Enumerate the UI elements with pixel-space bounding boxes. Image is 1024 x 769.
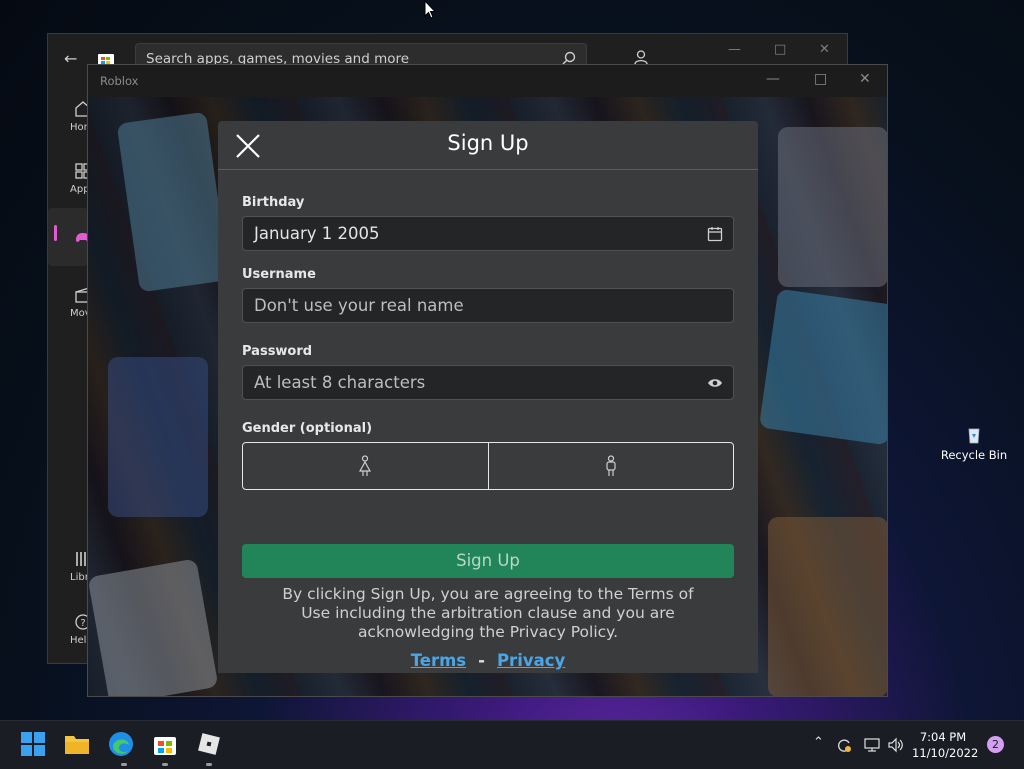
- recycle-bin-label: Recycle Bin: [940, 448, 1008, 462]
- clock-time: 7:04 PM: [919, 730, 967, 744]
- window-title: Roblox: [100, 74, 139, 88]
- password-label: Password: [242, 344, 313, 359]
- female-icon: [359, 455, 372, 476]
- username-placeholder: Don't use your real name: [254, 296, 464, 315]
- password-placeholder: At least 8 characters: [254, 373, 426, 392]
- svg-text:?: ?: [80, 618, 85, 629]
- sync-icon[interactable]: [836, 737, 852, 753]
- start-icon[interactable]: [20, 731, 46, 757]
- back-arrow-icon[interactable]: ←: [64, 49, 77, 68]
- legal-text-line: By clicking Sign Up, you are agreeing to…: [282, 585, 694, 603]
- username-field[interactable]: Don't use your real name: [242, 288, 734, 323]
- background-art-tile: [778, 127, 887, 287]
- notification-badge[interactable]: 2: [987, 736, 1004, 753]
- sidebar-item-movies[interactable]: Movies: [48, 278, 105, 336]
- volume-icon[interactable]: [888, 737, 904, 753]
- birthday-label: Birthday: [242, 195, 305, 210]
- taskbar-clock[interactable]: 7:04 PM 11/10/2022: [912, 729, 979, 761]
- store-icon[interactable]: [152, 731, 178, 757]
- file-explorer-icon[interactable]: [64, 731, 90, 757]
- background-art-tile: [768, 517, 887, 696]
- mouse-cursor-icon: [424, 0, 436, 19]
- minimize-icon[interactable]: —: [728, 42, 741, 57]
- calendar-icon[interactable]: [707, 226, 723, 242]
- roblox-icon[interactable]: [196, 731, 222, 757]
- username-label: Username: [242, 267, 316, 282]
- maximize-icon[interactable]: □: [814, 71, 827, 87]
- password-field[interactable]: At least 8 characters: [242, 365, 734, 400]
- clock-date: 11/10/2022: [912, 746, 979, 760]
- link-separator: -: [478, 651, 485, 670]
- taskbar: ⌃ 7:04 PM 11/10/2022 2: [0, 720, 1024, 769]
- modal-title: Sign Up: [447, 131, 529, 155]
- store-logo-icon: [98, 54, 114, 65]
- sidebar-item-gaming[interactable]: [48, 208, 90, 266]
- eye-icon[interactable]: [707, 375, 723, 391]
- maximize-icon[interactable]: □: [774, 42, 786, 57]
- birthday-field[interactable]: January 1 2005: [242, 216, 734, 251]
- legal-text-line: acknowledging the Privacy Policy.: [357, 623, 619, 641]
- birthday-value: January 1 2005: [254, 224, 380, 243]
- search-icon[interactable]: [562, 51, 576, 65]
- active-indicator: [54, 225, 57, 241]
- close-icon[interactable]: ✕: [819, 42, 830, 57]
- running-indicator: [162, 763, 168, 766]
- minimize-icon[interactable]: —: [766, 71, 780, 87]
- account-icon[interactable]: [633, 49, 649, 65]
- close-icon[interactable]: ✕: [859, 71, 871, 87]
- network-icon[interactable]: [864, 737, 880, 753]
- recycle-bin-desktop-icon[interactable]: Recycle Bin: [940, 425, 1008, 462]
- background-art-tile: [88, 558, 219, 696]
- modal-header: Sign Up: [218, 121, 758, 170]
- signup-button[interactable]: Sign Up: [242, 544, 734, 578]
- sidebar-item-library[interactable]: Library: [48, 542, 105, 600]
- privacy-link[interactable]: Privacy: [497, 651, 565, 670]
- gender-selector: [242, 442, 734, 490]
- sidebar-item-help[interactable]: ? Help: [48, 605, 93, 663]
- legal-text: By clicking Sign Up, you are agreeing to…: [242, 585, 734, 642]
- chevron-up-icon[interactable]: ⌃: [813, 735, 829, 751]
- legal-text-line: Use including the arbitration clause and…: [301, 604, 675, 622]
- sidebar-item-home[interactable]: Home: [48, 92, 100, 150]
- edge-icon[interactable]: [108, 731, 134, 757]
- terms-link[interactable]: Terms: [411, 651, 466, 670]
- sidebar-item-apps[interactable]: Apps: [48, 154, 95, 212]
- background-art-tile: [758, 288, 887, 446]
- signup-modal: Sign Up Birthday January 1 2005 Username…: [218, 121, 758, 673]
- running-indicator: [121, 763, 127, 766]
- background-art-tile: [108, 357, 208, 517]
- gender-label: Gender (optional): [242, 421, 373, 436]
- recycle-bin-icon: [968, 428, 980, 444]
- background-art-tile: [116, 111, 230, 293]
- gender-male-button[interactable]: [487, 443, 734, 489]
- store-sidebar: Home Apps Movies Library ? Help: [48, 80, 105, 663]
- gender-female-button[interactable]: [243, 443, 488, 489]
- male-icon: [606, 455, 616, 476]
- running-indicator: [206, 763, 212, 766]
- legal-links: Terms - Privacy: [218, 651, 758, 670]
